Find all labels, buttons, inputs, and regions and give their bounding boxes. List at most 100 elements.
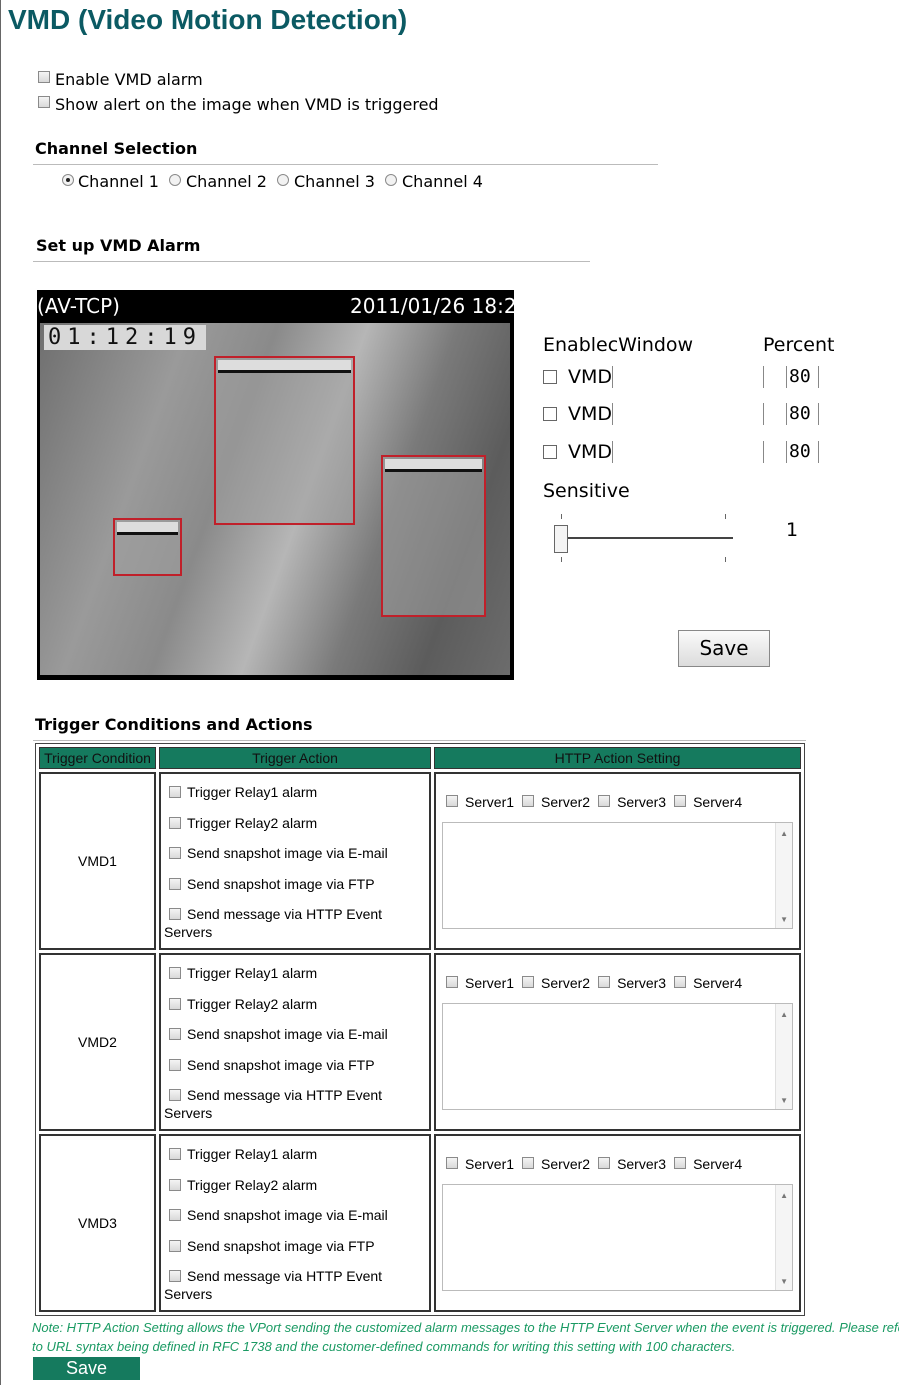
server-checkbox[interactable] — [522, 795, 535, 807]
server-label: Server2 — [541, 975, 591, 991]
scrollbar[interactable]: ▲ ▼ — [775, 1004, 792, 1109]
server-label: Server2 — [541, 794, 591, 810]
percent-field-3[interactable]: 80 — [789, 441, 811, 462]
trigger-action-cell: Trigger Relay1 alarm Trigger Relay2 alarm… — [159, 772, 431, 950]
action-checkbox[interactable] — [169, 1148, 181, 1160]
http-action-textarea[interactable]: ▲ ▼ — [442, 822, 793, 929]
window-name-field-3-left[interactable] — [612, 441, 613, 463]
header-trigger-condition: Trigger Condition — [39, 747, 156, 769]
action-checkbox[interactable] — [169, 1270, 181, 1282]
scroll-down-icon[interactable]: ▼ — [780, 915, 788, 924]
http-action-textarea[interactable]: ▲ ▼ — [442, 1184, 793, 1291]
action-checkbox[interactable] — [169, 1209, 181, 1221]
window-name-field-1-left[interactable] — [612, 366, 613, 388]
server-checkbox[interactable] — [446, 976, 458, 988]
server-label: Server3 — [617, 975, 667, 991]
action-checkbox[interactable] — [169, 1058, 181, 1071]
http-action-cell: Server1 Server2 Server3 Server4 ▲ ▼ — [434, 772, 801, 950]
server-checkbox[interactable] — [674, 1157, 687, 1169]
scroll-down-icon[interactable]: ▼ — [780, 1096, 788, 1105]
server-option: Server1 — [446, 794, 514, 810]
note-text: Note: HTTP Action Setting allows the VPo… — [32, 1320, 899, 1354]
server-checkbox[interactable] — [522, 976, 535, 988]
percent-header: Percent — [763, 334, 835, 356]
save-vmd-button[interactable]: Save — [678, 630, 770, 667]
server-checkbox[interactable] — [446, 795, 458, 807]
server-checkbox[interactable] — [598, 1157, 611, 1169]
vmd-window-1[interactable] — [214, 356, 355, 525]
action-checkbox[interactable] — [169, 997, 181, 1010]
action-item: Send snapshot image via E-mail — [161, 1203, 429, 1234]
slider-thumb[interactable] — [554, 525, 568, 553]
action-item: Send snapshot image via FTP — [161, 872, 429, 903]
enable-vmd-label: Enable VMD alarm — [55, 70, 203, 89]
server-label: Server4 — [693, 975, 743, 991]
channel-3-radio[interactable] — [277, 174, 289, 186]
action-checkbox[interactable] — [169, 1028, 181, 1040]
sensitivity-slider[interactable] — [553, 514, 733, 562]
vmd-row-3-label: VMD — [568, 441, 613, 463]
vmd-row-3-checkbox[interactable] — [543, 445, 557, 459]
channel-2-radio[interactable] — [169, 174, 181, 186]
action-checkbox[interactable] — [169, 1089, 181, 1101]
server-option: Server3 — [598, 1156, 666, 1172]
scroll-up-icon[interactable]: ▲ — [780, 829, 788, 838]
server-checkbox[interactable] — [598, 795, 611, 807]
enable-vmd-checkbox[interactable] — [38, 71, 50, 83]
action-checkbox[interactable] — [169, 877, 181, 890]
server-checkbox[interactable] — [674, 795, 687, 807]
trigger-condition-cell: VMD2 — [39, 953, 156, 1131]
action-checkbox[interactable] — [169, 967, 181, 979]
action-label: Trigger Relay2 alarm — [187, 1176, 318, 1193]
action-item: Trigger Relay1 alarm — [161, 1142, 429, 1173]
video-preview[interactable]: (AV-TCP) 2011/01/26 18:26:47 01:12:19 — [37, 290, 514, 680]
action-checkbox[interactable] — [169, 908, 181, 920]
action-checkbox[interactable] — [169, 786, 181, 798]
scroll-up-icon[interactable]: ▲ — [780, 1010, 788, 1019]
vmd-row-2-label: VMD — [568, 403, 613, 425]
action-label: Trigger Relay1 alarm — [187, 965, 318, 981]
scrollbar[interactable]: ▲ ▼ — [775, 1185, 792, 1290]
action-label: Trigger Relay2 alarm — [187, 814, 318, 831]
save-button[interactable]: Save — [33, 1357, 140, 1380]
percent-field-2-left — [786, 403, 787, 425]
scrollbar[interactable]: ▲ ▼ — [775, 823, 792, 928]
action-checkbox[interactable] — [169, 816, 181, 829]
show-alert-label: Show alert on the image when VMD is trig… — [55, 95, 439, 114]
vmd-window-3[interactable] — [113, 518, 182, 576]
action-label: Send snapshot image via E-mail — [187, 845, 388, 861]
channel-4-label: Channel 4 — [402, 172, 483, 191]
trigger-action-cell: Trigger Relay1 alarm Trigger Relay2 alarm… — [159, 1134, 431, 1312]
scroll-down-icon[interactable]: ▼ — [780, 1277, 788, 1286]
percent-field-2[interactable]: 80 — [789, 403, 811, 424]
vmd-row-2-checkbox[interactable] — [543, 407, 557, 421]
server-checkbox[interactable] — [446, 1157, 458, 1169]
http-action-textarea[interactable]: ▲ ▼ — [442, 1003, 793, 1110]
server-checkbox[interactable] — [522, 1157, 535, 1169]
server-label: Server3 — [617, 1156, 667, 1172]
vmd-window-2[interactable] — [381, 455, 486, 617]
server-option: Server1 — [446, 1156, 514, 1172]
action-label: Send message via HTTP Event — [187, 906, 383, 922]
setup-vmd-heading: Set up VMD Alarm — [36, 236, 201, 255]
scroll-up-icon[interactable]: ▲ — [780, 1191, 788, 1200]
show-alert-checkbox[interactable] — [38, 96, 50, 108]
action-label: Send snapshot image via E-mail — [187, 1207, 388, 1223]
trigger-condition-label: VMD2 — [78, 1034, 117, 1050]
action-checkbox[interactable] — [169, 1239, 181, 1252]
action-checkbox[interactable] — [169, 847, 181, 859]
percent-field-1[interactable]: 80 — [789, 366, 811, 387]
channel-4-radio[interactable] — [385, 174, 397, 186]
server-checkbox[interactable] — [674, 976, 687, 988]
window-name-field-1-right — [763, 366, 764, 388]
server-checkbox[interactable] — [598, 976, 611, 988]
channel-1-radio[interactable] — [62, 174, 74, 186]
action-checkbox[interactable] — [169, 1178, 181, 1191]
server-option: Server2 — [522, 1156, 590, 1172]
channel-selection-heading: Channel Selection — [35, 139, 198, 158]
server-checkboxes: Server1 Server2 Server3 Server4 — [436, 975, 799, 995]
trigger-table: Trigger Condition Trigger Action HTTP Ac… — [35, 743, 805, 1316]
window-name-field-2-left[interactable] — [612, 403, 613, 425]
sensitive-label: Sensitive — [543, 480, 630, 502]
vmd-row-1-checkbox[interactable] — [543, 370, 557, 384]
